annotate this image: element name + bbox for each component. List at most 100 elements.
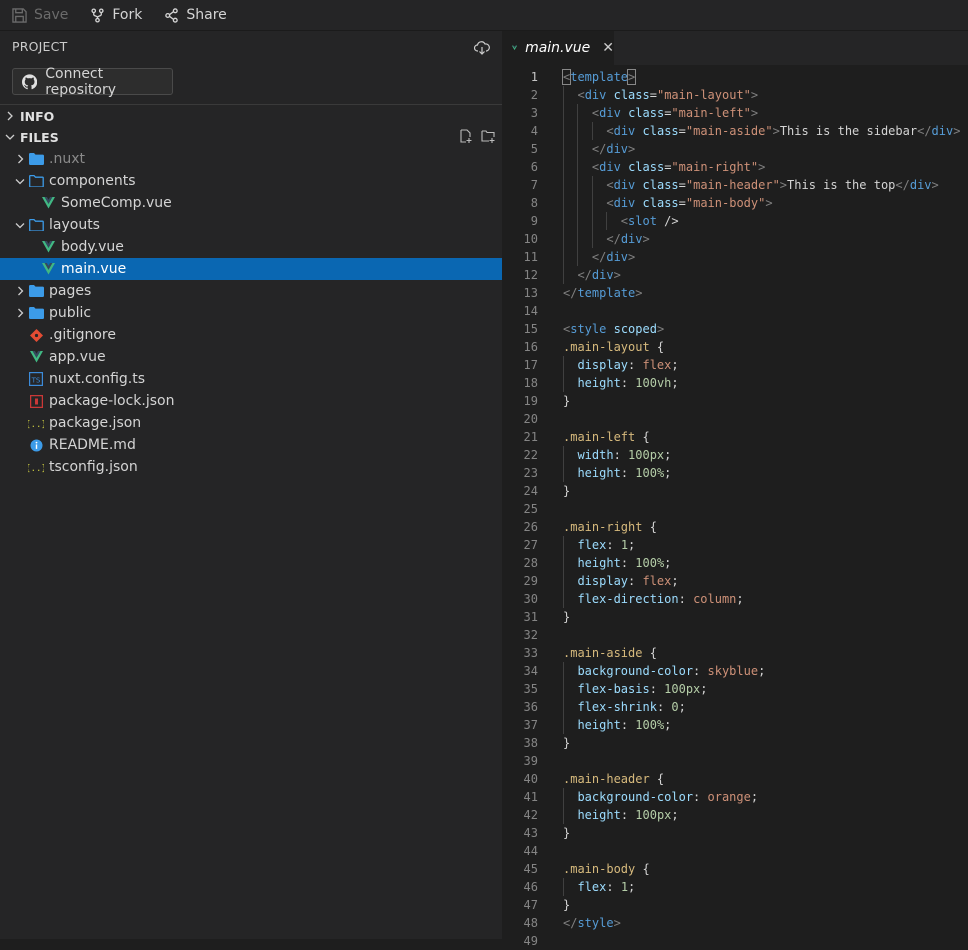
top-toolbar: Save Fork Share xyxy=(0,0,968,31)
vue-file-icon xyxy=(40,261,56,277)
tree-file[interactable]: README.md xyxy=(0,434,502,456)
code-text: <div class="main-right"> xyxy=(591,160,766,174)
code-text: <style scoped> xyxy=(563,322,665,336)
code-text: .main-left { xyxy=(563,430,650,444)
tree-item-label: tsconfig.json xyxy=(49,459,138,475)
save-button[interactable]: Save xyxy=(12,7,68,23)
line-number: 2 xyxy=(530,88,538,102)
code-line: 32 xyxy=(502,626,968,644)
code-line: 9 <slot /> xyxy=(502,212,968,230)
code-line: 2 <div class="main-layout"> xyxy=(502,86,968,104)
code-line: 21 .main-left { xyxy=(502,428,968,446)
tree-folder[interactable]: pages xyxy=(0,280,502,302)
tree-folder[interactable]: public xyxy=(0,302,502,324)
code-area[interactable]: 1 <template> 2 <div class="main-layout"> 3 … xyxy=(502,68,968,950)
tree-file[interactable]: .gitignore xyxy=(0,324,502,346)
chevron-down-icon[interactable] xyxy=(12,221,28,230)
code-line: 19} xyxy=(502,392,968,410)
cloud-download-icon[interactable] xyxy=(474,41,490,55)
fork-icon xyxy=(91,7,104,23)
tree-file[interactable]: {..} package.json xyxy=(0,412,502,434)
code-text: flex: 1; xyxy=(577,880,636,894)
code-text: .main-aside { xyxy=(563,646,657,660)
connect-repository-button[interactable]: Connect repository xyxy=(12,66,173,98)
tree-file[interactable]: main.vue xyxy=(0,258,502,280)
code-text: flex-direction: column; xyxy=(577,592,744,606)
editor-tab-bar: main.vue ✕ xyxy=(502,31,968,65)
code-line: 29 display: flex; xyxy=(502,572,968,590)
code-text: <div class="main-layout"> xyxy=(577,88,759,102)
line-number: 9 xyxy=(530,214,538,228)
share-label: Share xyxy=(186,7,227,23)
line-number: 29 xyxy=(523,574,538,588)
line-number: 7 xyxy=(530,178,538,192)
tree-file[interactable]: body.vue xyxy=(0,236,502,258)
code-line: 12 </div> xyxy=(502,266,968,284)
github-icon xyxy=(22,73,38,89)
tree-file[interactable]: SomeComp.vue xyxy=(0,192,502,214)
code-text: height: 100%; xyxy=(577,556,672,570)
line-number: 3 xyxy=(530,106,538,120)
line-number: 46 xyxy=(523,880,538,894)
tree-folder[interactable]: components xyxy=(0,170,502,192)
code-text: .main-body { xyxy=(563,862,650,876)
files-section-label: FILES xyxy=(20,129,59,145)
line-number: 1 xyxy=(530,70,538,84)
code-line: 3 <div class="main-left"> xyxy=(502,104,968,122)
code-line: 1 <template> xyxy=(502,68,968,86)
code-text: } xyxy=(563,826,571,840)
vue-file-icon xyxy=(28,349,44,365)
line-number: 24 xyxy=(523,484,538,498)
code-line: 33 .main-aside { xyxy=(502,644,968,662)
new-folder-icon[interactable] xyxy=(481,129,496,143)
line-number: 49 xyxy=(523,934,538,948)
npm-icon xyxy=(28,393,44,409)
code-text: <div class="main-header">This is the top… xyxy=(606,178,939,192)
fork-button[interactable]: Fork xyxy=(90,7,142,23)
code-line: 25 xyxy=(502,500,968,518)
tree-file[interactable]: app.vue xyxy=(0,346,502,368)
chevron-right-icon[interactable] xyxy=(12,308,28,318)
line-number: 36 xyxy=(523,700,538,714)
chevron-right-icon[interactable] xyxy=(12,286,28,296)
json-icon: {..} xyxy=(28,459,44,475)
code-line: 35 flex-basis: 100px; xyxy=(502,680,968,698)
code-text: height: 100px; xyxy=(577,808,679,822)
editor: main.vue ✕ 1 <template> 2 <div class="main… xyxy=(502,31,968,948)
code-line: 41 background-color: orange; xyxy=(502,788,968,806)
code-line: 37 height: 100%; xyxy=(502,716,968,734)
code-line: 39 xyxy=(502,752,968,770)
share-button[interactable]: Share xyxy=(164,7,227,23)
code-text: </div> xyxy=(591,142,636,156)
code-text: </style> xyxy=(563,916,621,930)
tree-folder[interactable]: layouts xyxy=(0,214,502,236)
code-text: <div class="main-body"> xyxy=(606,196,773,210)
code-text: } xyxy=(563,610,571,624)
chevron-down-icon[interactable] xyxy=(12,177,28,186)
new-file-icon[interactable] xyxy=(459,129,473,143)
tree-item-label: app.vue xyxy=(49,349,106,365)
code-line: 7 <div class="main-header">This is the t… xyxy=(502,176,968,194)
tree-item-label: layouts xyxy=(49,217,100,233)
fork-label: Fork xyxy=(112,7,143,23)
code-line: 28 height: 100%; xyxy=(502,554,968,572)
close-icon[interactable]: ✕ xyxy=(602,40,614,56)
line-number: 32 xyxy=(523,628,538,642)
tree-file[interactable]: package-lock.json xyxy=(0,390,502,412)
chevron-right-icon[interactable] xyxy=(12,154,28,164)
line-number: 14 xyxy=(523,304,538,318)
tab-main-vue[interactable]: main.vue ✕ xyxy=(502,31,614,65)
tree-file[interactable]: {..} tsconfig.json xyxy=(0,456,502,478)
line-number: 48 xyxy=(523,916,538,930)
line-number: 39 xyxy=(523,754,538,768)
code-text: } xyxy=(563,394,571,408)
files-section-header[interactable]: FILES xyxy=(0,126,502,148)
folder-icon xyxy=(28,151,44,167)
code-text: .main-right { xyxy=(563,520,657,534)
code-text: } xyxy=(563,484,571,498)
code-text: <div class="main-aside">This is the side… xyxy=(606,124,961,138)
tree-file[interactable]: TS nuxt.config.ts xyxy=(0,368,502,390)
info-section-header[interactable]: INFO xyxy=(0,104,502,127)
tree-folder[interactable]: .nuxt xyxy=(0,148,502,170)
code-line: 17 display: flex; xyxy=(502,356,968,374)
